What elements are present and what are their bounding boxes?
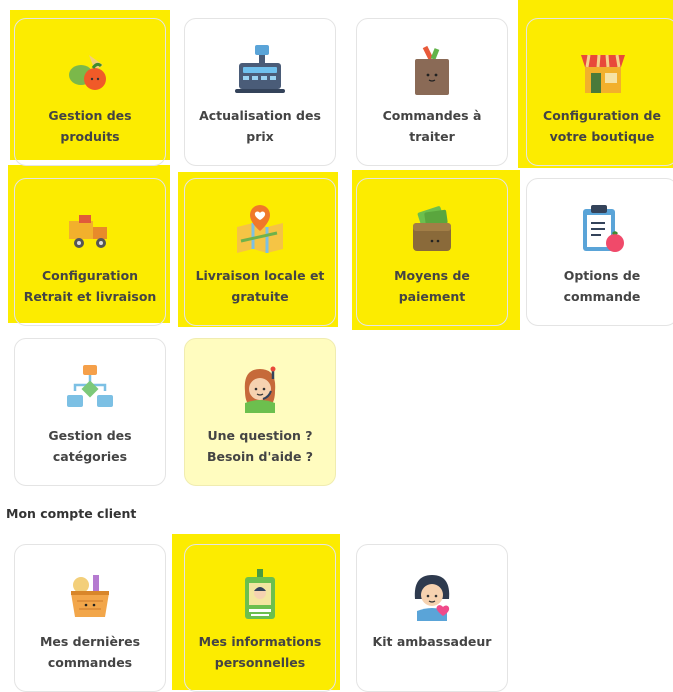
card-label-line2: traiter: [409, 129, 455, 144]
card-label-line2: commandes: [47, 655, 133, 670]
wallet-icon: [403, 201, 461, 259]
card-commandes-traiter[interactable]: Commandes à traiter: [356, 18, 508, 166]
card-label-line1: Une question ?: [207, 428, 313, 443]
card-label-line1: Commandes à: [382, 108, 482, 123]
card-mes-commandes[interactable]: Mes dernières commandes: [14, 544, 166, 692]
shop-icon: [573, 41, 631, 99]
card-label-line2: Retrait et livraison: [23, 289, 157, 304]
card-label-line1: Moyens de: [394, 268, 470, 283]
card-gestion-categories[interactable]: Gestion des catégories: [14, 338, 166, 486]
card-label-line1: Gestion des: [48, 428, 132, 443]
card-label-line1: Mes informations: [198, 634, 322, 649]
map-pin-icon: [231, 201, 289, 259]
card-kit-ambassadeur[interactable]: Kit ambassadeur: [356, 544, 508, 692]
card-label-line2: Besoin d'aide ?: [206, 449, 314, 464]
card-label-line2: paiement: [398, 289, 466, 304]
grocery-bag-icon: [403, 41, 461, 99]
card-label-line1: Kit ambassadeur: [372, 634, 492, 649]
card-label-line2: prix: [246, 129, 274, 144]
support-agent-icon: [231, 361, 289, 419]
card-config-retrait-livraison[interactable]: Configuration Retrait et livraison: [14, 178, 166, 326]
card-label-line1: Configuration: [41, 268, 139, 283]
card-options-commande[interactable]: Options de commande: [526, 178, 673, 326]
card-label-line1: Gestion des: [48, 108, 132, 123]
delivery-truck-icon: [61, 201, 119, 259]
card-configuration-boutique[interactable]: Configuration de votre boutique: [526, 18, 673, 166]
fruits-vegetables-icon: [61, 41, 119, 99]
id-badge-icon: [231, 567, 289, 625]
section-title-mon-compte: Mon compte client: [6, 506, 137, 521]
cash-register-icon: [231, 41, 289, 99]
card-label-line2: votre boutique: [549, 129, 655, 144]
card-label-line1: Mes dernières: [39, 634, 141, 649]
card-label-line1: Livraison locale et: [195, 268, 325, 283]
card-aide[interactable]: Une question ? Besoin d'aide ?: [184, 338, 336, 486]
card-gestion-produits[interactable]: Gestion des produits: [14, 18, 166, 166]
category-tree-icon: [61, 361, 119, 419]
card-label-line2: commande: [563, 289, 641, 304]
card-actualisation-prix[interactable]: Actualisation des prix: [184, 18, 336, 166]
card-label-line2: personnelles: [214, 655, 306, 670]
card-label-line2: produits: [60, 129, 120, 144]
clipboard-icon: [573, 201, 631, 259]
ambassador-icon: [403, 567, 461, 625]
card-label-line2: gratuite: [231, 289, 289, 304]
card-label-line1: Configuration de: [543, 108, 661, 123]
card-label-line1: Actualisation des: [199, 108, 321, 123]
card-moyens-paiement[interactable]: Moyens de paiement: [356, 178, 508, 326]
basket-icon: [61, 567, 119, 625]
card-livraison-locale[interactable]: Livraison locale et gratuite: [184, 178, 336, 326]
card-mes-informations[interactable]: Mes informations personnelles: [184, 544, 336, 692]
card-label-line2: catégories: [52, 449, 128, 464]
card-label-line1: Options de: [563, 268, 641, 283]
